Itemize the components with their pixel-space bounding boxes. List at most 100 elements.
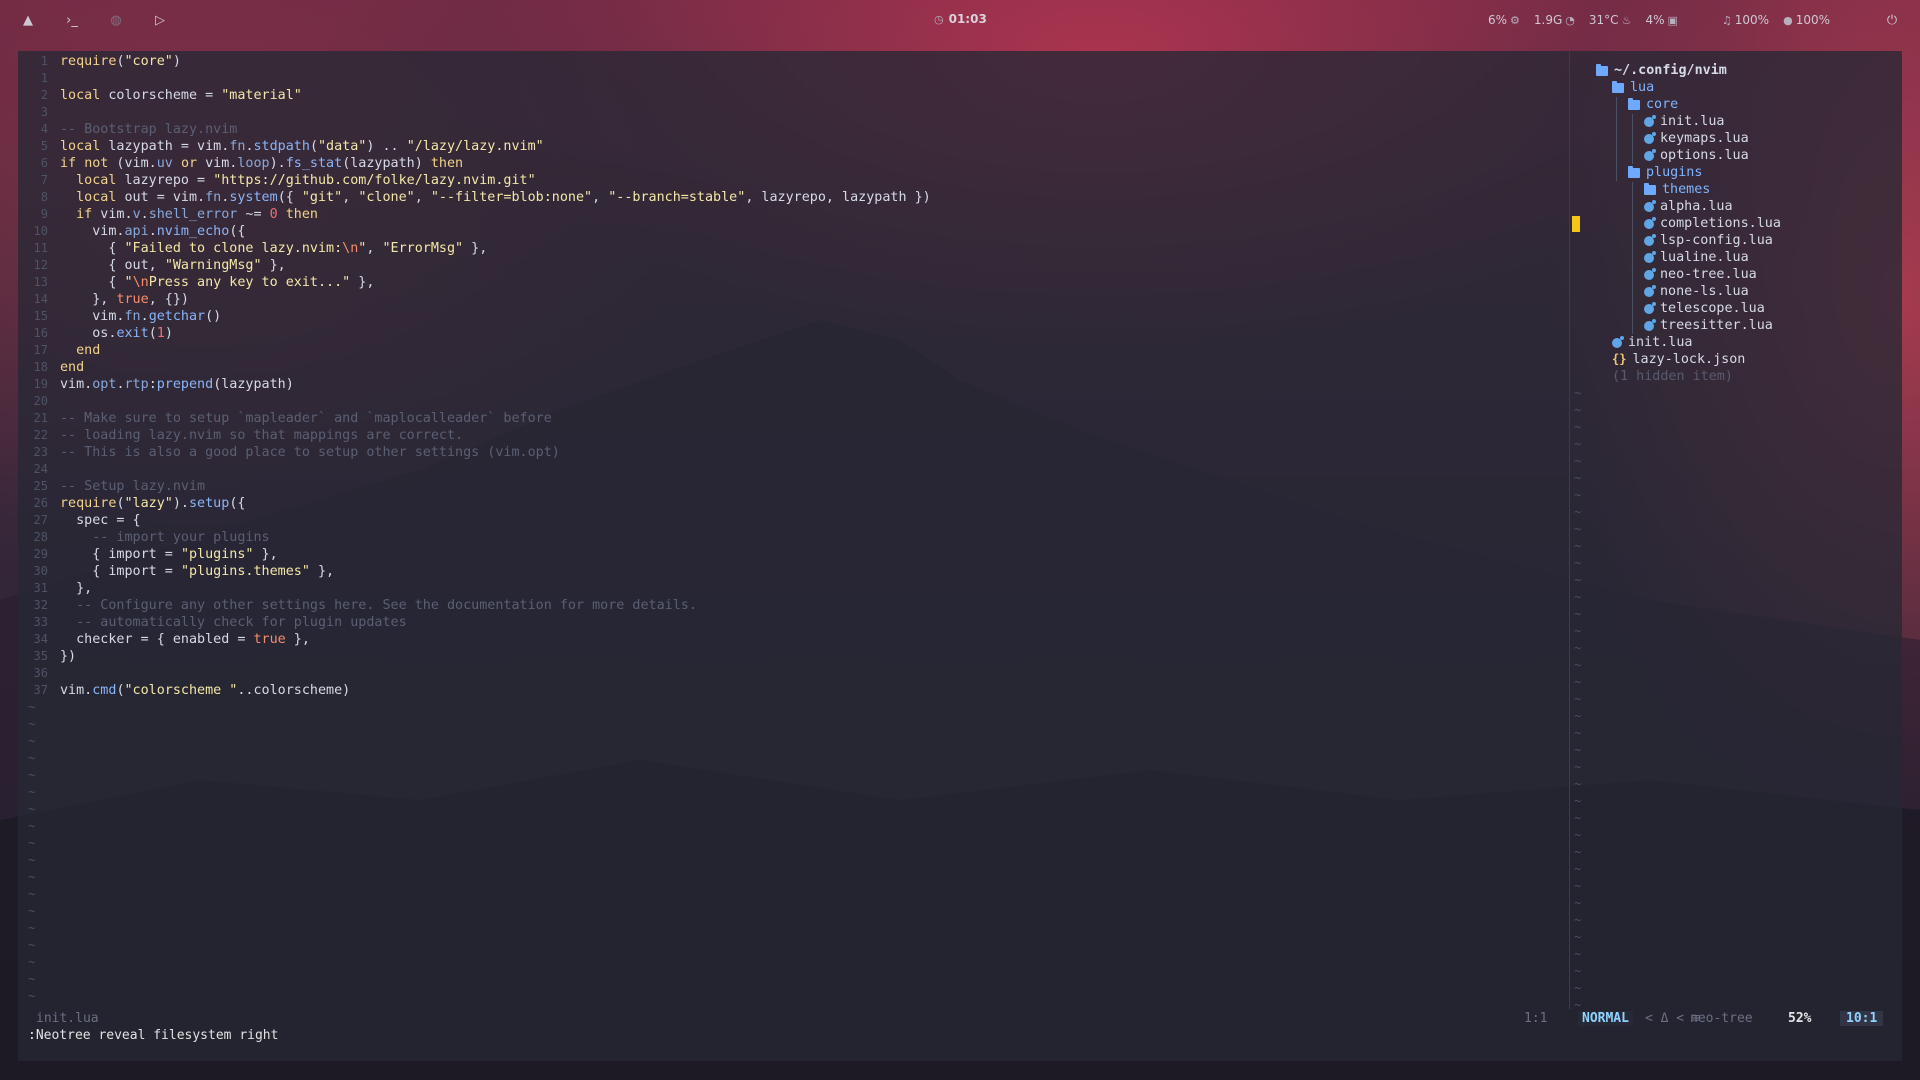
line-number: 33 (33, 615, 48, 629)
code-line[interactable]: 2 local colorscheme = "material" (18, 87, 1558, 104)
code-line[interactable]: 6 if not (vim.uv or vim.loop).fs_stat(laz… (18, 155, 1558, 172)
code-line[interactable]: 17 end (18, 342, 1558, 359)
power-icon[interactable]: ⏻ (1884, 12, 1900, 28)
code-line[interactable]: 20 (18, 393, 1558, 410)
tree-folder-plugins[interactable]: plugins (1628, 164, 1702, 181)
tree-folder-label: core (1646, 97, 1679, 112)
code-text: vim.fn.getchar() (60, 309, 222, 324)
empty-line-tilde: ~ (1574, 403, 1582, 417)
code-line[interactable]: 10 vim.api.nvim_echo({ (18, 223, 1558, 240)
tree-file[interactable]: telescope.lua (1644, 300, 1765, 317)
code-line[interactable]: 8 local out = vim.fn.system({ "git", "cl… (18, 189, 1558, 206)
code-line[interactable]: 23 -- This is also a good place to setup … (18, 444, 1558, 461)
code-line[interactable]: 13 { "\nPress any key to exit..." }, (18, 274, 1558, 291)
folder-open-icon (1612, 80, 1624, 93)
code-line[interactable]: 7 local lazyrepo = "https://github.com/f… (18, 172, 1558, 189)
code-line[interactable]: 28 -- import your plugins (18, 529, 1558, 546)
arch-icon[interactable]: ▲ (20, 12, 36, 28)
code-line[interactable]: 37 vim.cmd("colorscheme "..colorscheme) (18, 682, 1558, 699)
code-line[interactable]: 15 vim.fn.getchar() (18, 308, 1558, 325)
code-line[interactable]: 26 require("lazy").setup({ (18, 495, 1558, 512)
tree-file[interactable]: lsp-config.lua (1644, 232, 1773, 249)
split-divider[interactable] (1569, 51, 1570, 1009)
tree-file[interactable]: options.lua (1644, 147, 1749, 164)
code-line[interactable]: 12 { out, "WarningMsg" }, (18, 257, 1558, 274)
code-line[interactable]: 5 local lazypath = vim.fn.stdpath("data")… (18, 138, 1558, 155)
tree-root[interactable]: ~/.config/nvim (1596, 62, 1727, 79)
tree-file[interactable]: neo-tree.lua (1644, 266, 1757, 283)
code-line[interactable]: 4 -- Bootstrap lazy.nvim (18, 121, 1558, 138)
mic-stat[interactable]: ● 100% (1783, 13, 1830, 27)
code-line[interactable]: 16 os.exit(1) (18, 325, 1558, 342)
empty-line-tilde: ~ (28, 768, 36, 782)
code-line[interactable]: 1 (18, 70, 1558, 87)
code-line[interactable]: 9 if vim.v.shell_error ~= 0 then (18, 206, 1558, 223)
temperature-stat: 31°C ♨ (1589, 13, 1632, 27)
line-number: 11 (33, 241, 48, 255)
tree-hidden-label: (1 hidden item) (1612, 369, 1733, 384)
empty-line-tilde: ~ (28, 972, 36, 986)
empty-line-tilde: ~ (1574, 794, 1582, 808)
tree-folder-lua[interactable]: lua (1612, 79, 1654, 96)
line-number: 22 (33, 428, 48, 442)
tree-file[interactable]: treesitter.lua (1644, 317, 1773, 334)
tree-file-lazy-lock[interactable]: {} lazy-lock.json (1612, 351, 1745, 368)
empty-line-tilde: ~ (1574, 471, 1582, 485)
neo-tree-panel[interactable]: ~/.config/nvim lua core init.lua keymaps.… (1574, 51, 1894, 1012)
code-line[interactable]: 30 { import = "plugins.themes" }, (18, 563, 1558, 580)
code-line[interactable]: 11 { "Failed to clone lazy.nvim:\n", "Er… (18, 240, 1558, 257)
code-text: -- Bootstrap lazy.nvim (60, 122, 238, 137)
code-line[interactable]: 3 (18, 104, 1558, 121)
code-line[interactable]: 32 -- Configure any other settings here.… (18, 597, 1558, 614)
code-line[interactable]: 27 spec = { (18, 512, 1558, 529)
tree-file[interactable]: completions.lua (1644, 215, 1781, 232)
volume-stat[interactable]: ♫ 100% (1722, 13, 1769, 27)
line-number: 23 (33, 445, 48, 459)
code-line[interactable]: 1 require("core") (18, 53, 1558, 70)
tree-file[interactable]: init.lua (1644, 113, 1725, 130)
empty-line-tilde: ~ (28, 921, 36, 935)
tree-folder-core[interactable]: core (1628, 96, 1678, 113)
line-number: 15 (33, 309, 48, 323)
tree-file[interactable]: lualine.lua (1644, 249, 1749, 266)
line-number: 25 (33, 479, 48, 493)
play-icon[interactable]: ▷ (152, 12, 168, 28)
tree-file[interactable]: keymaps.lua (1644, 130, 1749, 147)
tree-file[interactable]: none-ls.lua (1644, 283, 1749, 300)
empty-line-tilde: ~ (1574, 454, 1582, 468)
temperature-value: 31°C (1588, 13, 1619, 27)
empty-line-tilde: ~ (1574, 590, 1582, 604)
code-line[interactable]: 24 (18, 461, 1558, 478)
line-number: 16 (33, 326, 48, 340)
code-line[interactable]: 29 { import = "plugins" }, (18, 546, 1558, 563)
empty-line-tilde: ~ (1574, 420, 1582, 434)
tree-file[interactable]: alpha.lua (1644, 198, 1733, 215)
disk-stat: 4% ▣ (1645, 13, 1677, 27)
code-editor[interactable]: 1 require("core") 1 2 local colorscheme = "m… (18, 51, 1568, 1009)
code-line[interactable]: 22 -- loading lazy.nvim so that mappings … (18, 427, 1558, 444)
code-line[interactable]: 18 end (18, 359, 1558, 376)
nvim-window: 1 require("core") 1 2 local colorscheme = "m… (18, 51, 1902, 1061)
code-line[interactable]: 36 (18, 665, 1558, 682)
code-line[interactable]: 21 -- Make sure to setup `mapleader` and … (18, 410, 1558, 427)
tree-folder-themes[interactable]: themes (1644, 181, 1710, 198)
code-line[interactable]: 34 checker = { enabled = true }, (18, 631, 1558, 648)
code-line[interactable]: 25 -- Setup lazy.nvim (18, 478, 1558, 495)
empty-line-tilde: ~ (1574, 879, 1582, 893)
lua-file-icon (1644, 250, 1656, 263)
code-line[interactable]: 19 vim.opt.rtp:prepend(lazypath) (18, 376, 1558, 393)
line-number: 14 (33, 292, 48, 306)
tree-file-init[interactable]: init.lua (1612, 334, 1693, 351)
code-line[interactable]: 35}) (18, 648, 1558, 665)
shield-icon[interactable]: ◍ (108, 12, 124, 28)
code-line[interactable]: 33 -- automatically check for plugin upd… (18, 614, 1558, 631)
code-line[interactable]: 14 }, true, {}) (18, 291, 1558, 308)
terminal-icon[interactable]: ›_ (64, 12, 80, 28)
tree-hidden-items[interactable]: (1 hidden item) (1612, 368, 1733, 385)
code-text: local lazyrepo = "https://github.com/fol… (76, 173, 536, 188)
clock[interactable]: ◷ 01:03 (934, 12, 987, 26)
code-line[interactable]: 31 }, (18, 580, 1558, 597)
line-number: 31 (33, 581, 48, 595)
code-text: { out, "WarningMsg" }, (60, 258, 286, 273)
command-line[interactable]: :Neotree reveal filesystem right (28, 1028, 278, 1043)
